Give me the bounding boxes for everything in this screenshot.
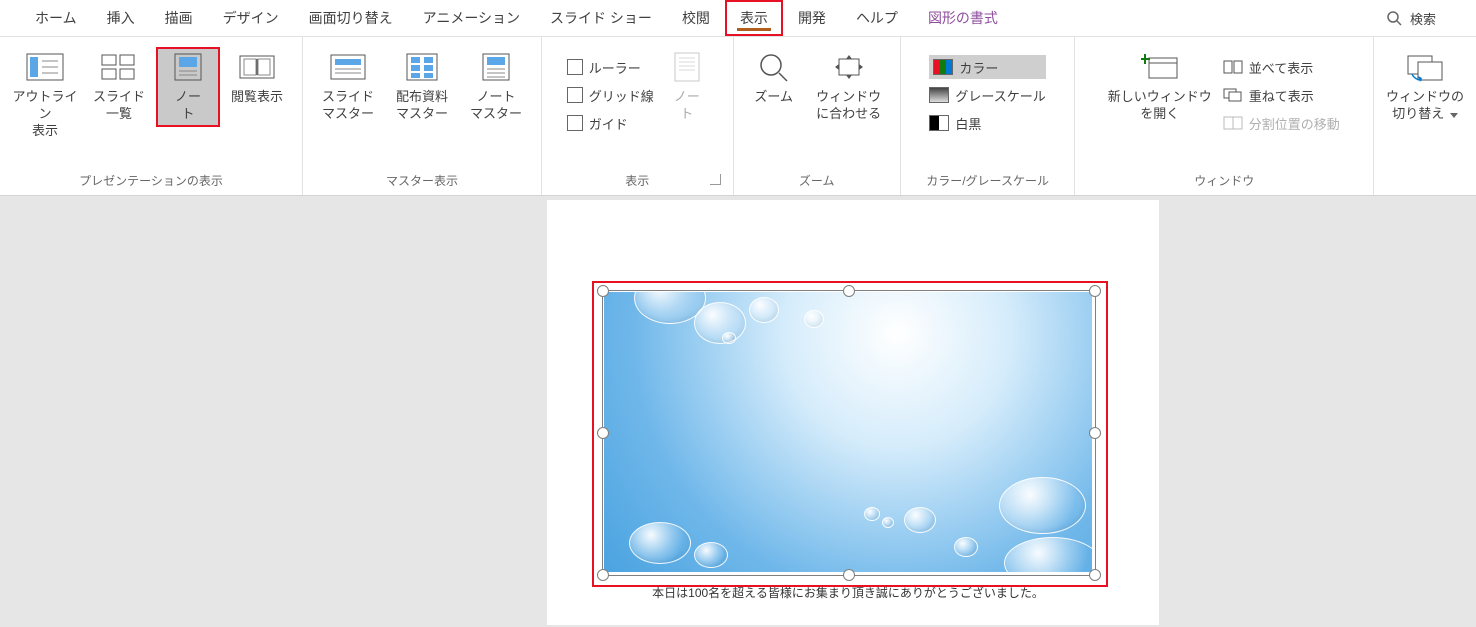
move-split-icon [1223, 116, 1243, 130]
zoom-button[interactable]: ズーム [742, 47, 806, 110]
checkbox-icon [567, 115, 583, 131]
notes-text[interactable]: 本日は100名を超える皆様にお集まり頂き誠にありがとうございました。 [602, 584, 1094, 601]
notes-page-icon [668, 51, 706, 83]
checkbox-icon [567, 59, 583, 75]
group-presentation-views: アウトライン 表示 スライド 一覧 ノー ト 閲覧表示 プレゼ [0, 37, 303, 195]
tab-help[interactable]: ヘルプ [841, 0, 913, 36]
guides-checkbox[interactable]: ガイド [567, 111, 654, 135]
tab-draw[interactable]: 描画 [150, 0, 208, 36]
tab-view[interactable]: 表示 [725, 0, 783, 36]
color-swatch-icon [933, 59, 953, 75]
color-mode-button[interactable]: カラー [929, 55, 1045, 79]
resize-handle[interactable] [1089, 569, 1101, 581]
tab-animation[interactable]: アニメーション [408, 0, 535, 36]
notes-toggle-button[interactable]: ノー ト [660, 47, 714, 127]
handout-master-icon [403, 51, 441, 83]
tab-home[interactable]: ホーム [20, 0, 92, 36]
ribbon-tabs: ホーム 挿入 描画 デザイン 画面切り替え アニメーション スライド ショー 校… [0, 0, 1476, 37]
handout-master-button[interactable]: 配布資料 マスター [385, 47, 459, 127]
tab-developer[interactable]: 開発 [783, 0, 841, 36]
search-icon [1386, 10, 1402, 26]
tab-transition[interactable]: 画面切り替え [294, 0, 408, 36]
gridlines-checkbox[interactable]: グリッド線 [567, 83, 654, 107]
move-split-button: 分割位置の移動 [1223, 111, 1340, 135]
outline-view-icon [26, 51, 64, 83]
slide-master-button[interactable]: スライド マスター [311, 47, 385, 127]
group-label-window: ウィンドウ [1083, 168, 1365, 195]
tab-shape-format[interactable]: 図形の書式 [913, 0, 1013, 36]
tab-review[interactable]: 校閲 [667, 0, 725, 36]
cascade-icon [1223, 88, 1243, 102]
grayscale-mode-button[interactable]: グレースケール [929, 83, 1045, 107]
resize-handle[interactable] [597, 427, 609, 439]
resize-handle[interactable] [597, 285, 609, 297]
reading-view-icon [238, 51, 276, 83]
notes-view-icon [169, 51, 207, 83]
tab-insert[interactable]: 挿入 [92, 0, 150, 36]
arrange-icon [1223, 60, 1243, 74]
zoom-icon [755, 51, 793, 83]
group-label-presentation-views: プレゼンテーションの表示 [8, 168, 294, 195]
group-color: カラー グレースケール 白黒 カラー/グレースケール [901, 37, 1076, 195]
group-window: 新しいウィンドウ を開く 並べて表示 重ねて表示 分割位置の移動 ウィンドウ [1075, 37, 1374, 195]
ruler-checkbox[interactable]: ルーラー [567, 55, 654, 79]
notes-master-button[interactable]: ノート マスター [459, 47, 533, 127]
reading-view-button[interactable]: 閲覧表示 [220, 47, 294, 110]
bw-swatch-icon [929, 115, 949, 131]
outline-view-button[interactable]: アウトライン 表示 [8, 47, 82, 144]
search-label: 検索 [1410, 9, 1436, 28]
resize-handle[interactable] [1089, 285, 1101, 297]
group-label-show: 表示 [550, 168, 725, 195]
dialog-launcher-icon[interactable] [710, 174, 721, 185]
resize-handle[interactable] [1089, 427, 1101, 439]
group-switch-window: ウィンドウの 切り替え [1374, 37, 1476, 195]
group-label-zoom: ズーム [742, 168, 892, 195]
checkbox-icon [567, 87, 583, 103]
fit-window-icon [830, 51, 868, 83]
switch-windows-button[interactable]: ウィンドウの 切り替え [1382, 47, 1468, 127]
notes-master-icon [477, 51, 515, 83]
new-window-icon [1141, 51, 1179, 83]
resize-handle[interactable] [597, 569, 609, 581]
cascade-button[interactable]: 重ねて表示 [1223, 83, 1340, 107]
notes-view-button[interactable]: ノー ト [156, 47, 220, 127]
bw-mode-button[interactable]: 白黒 [929, 111, 1045, 135]
group-label-master-views: マスター表示 [311, 168, 533, 195]
group-zoom: ズーム ウィンドウ に合わせる ズーム [734, 37, 901, 195]
tab-slideshow[interactable]: スライド ショー [535, 0, 667, 36]
resize-handle[interactable] [843, 285, 855, 297]
search-box[interactable]: 検索 [1386, 9, 1456, 28]
slide-sorter-button[interactable]: スライド 一覧 [82, 47, 156, 127]
ribbon: アウトライン 表示 スライド 一覧 ノー ト 閲覧表示 プレゼ [0, 37, 1476, 196]
slide-master-icon [329, 51, 367, 83]
tab-design[interactable]: デザイン [208, 0, 294, 36]
resize-handle[interactable] [843, 569, 855, 581]
new-window-button[interactable]: 新しいウィンドウ を開く [1103, 47, 1217, 127]
slide-sorter-icon [100, 51, 138, 83]
switch-windows-icon [1406, 51, 1444, 83]
grayscale-swatch-icon [929, 87, 949, 103]
chevron-down-icon [1450, 113, 1458, 118]
slide-content-image [604, 292, 1092, 572]
group-show: ルーラー グリッド線 ガイド ノー ト 表示 [542, 37, 734, 195]
arrange-all-button[interactable]: 並べて表示 [1223, 55, 1340, 79]
group-master-views: スライド マスター 配布資料 マスター ノート マスター マスター表示 [303, 37, 542, 195]
group-label-color: カラー/グレースケール [909, 168, 1067, 195]
fit-window-button[interactable]: ウィンドウ に合わせる [806, 47, 892, 127]
workspace: 本日は100名を超える皆様にお集まり頂き誠にありがとうございました。 [0, 196, 1476, 627]
